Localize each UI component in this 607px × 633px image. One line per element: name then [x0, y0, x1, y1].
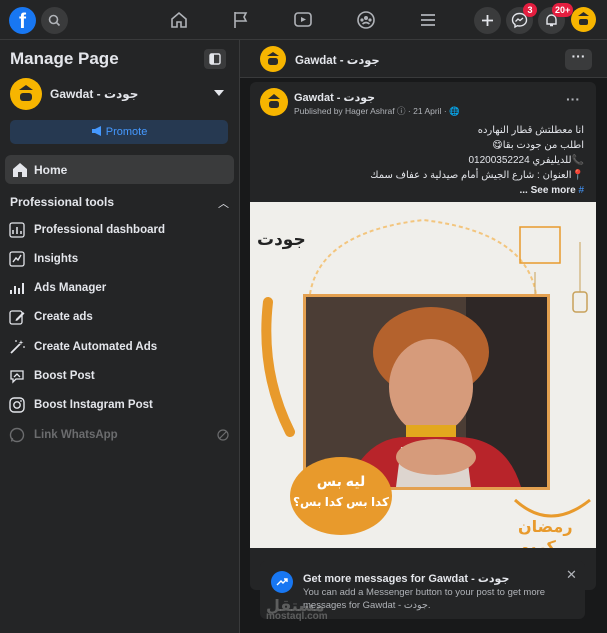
create-button[interactable]: [474, 7, 501, 34]
home-nav-icon[interactable]: [168, 9, 190, 31]
page-switcher-caret[interactable]: [214, 90, 224, 96]
sidebar-item-label: Create ads: [34, 311, 93, 323]
page-avatar[interactable]: [10, 78, 42, 110]
sidebar-item-label: Home: [34, 163, 68, 177]
watch-nav-icon[interactable]: [292, 9, 314, 31]
panel-icon: [209, 53, 221, 65]
insights-icon: [9, 251, 25, 267]
instagram-icon: [9, 397, 25, 413]
notifications-button[interactable]: 20+: [538, 3, 574, 34]
messenger-badge: 3: [523, 3, 537, 17]
gawdat-logo-icon: [19, 85, 33, 101]
post-meta: Published by Hager Ashraf ⓘ · 21 April ·…: [294, 106, 460, 116]
see-more-link[interactable]: See more ...: [520, 185, 576, 196]
sidebar-item-professional-dashboard[interactable]: Professional dashboard: [8, 220, 236, 242]
ads-manager-icon: [10, 283, 24, 294]
page-main-area: Gawdat - جودت ··· Gawdat - جودت Publishe…: [240, 40, 607, 633]
sidebar-item-label: Ads Manager: [34, 282, 107, 294]
boost-icon: [10, 370, 24, 384]
dashboard-icon: [9, 222, 25, 238]
page-header: Gawdat - جودت ···: [240, 40, 607, 78]
collapse-sidebar-button[interactable]: [204, 49, 226, 69]
professional-tools-heading: Professional tools: [10, 195, 115, 209]
post-author-name[interactable]: Gawdat - جودت: [294, 91, 375, 104]
post-author-avatar[interactable]: [260, 88, 288, 116]
plus-icon: [482, 15, 493, 26]
promote-label: Promote: [105, 126, 148, 138]
sidebar-item-home[interactable]: Home: [5, 155, 234, 184]
groups-nav-icon[interactable]: [355, 9, 377, 31]
gawdat-logo-icon: [578, 12, 589, 25]
sidebar-item-label: Create Automated Ads: [34, 341, 158, 353]
gawdat-logo-icon: [267, 52, 279, 65]
megaphone-icon: [91, 126, 101, 136]
close-icon[interactable]: ✕: [566, 567, 577, 583]
page-header-name[interactable]: Gawdat - جودت: [295, 53, 380, 67]
hashtag[interactable]: #: [578, 185, 584, 196]
messenger-button[interactable]: 3: [506, 3, 537, 34]
sidebar-item-create-automated-ads[interactable]: Create Automated Ads: [8, 337, 236, 359]
post-line: 📍العنوان : شارع الجيش أمام صيدلية د عفاف…: [370, 170, 584, 181]
sidebar-item-label: Boost Post: [34, 370, 95, 382]
gawdat-logo-icon: [268, 94, 280, 108]
flag-nav-icon[interactable]: [230, 9, 252, 31]
post-options-button[interactable]: ···: [566, 91, 580, 107]
menu-nav-icon[interactable]: [417, 9, 439, 31]
account-avatar[interactable]: [571, 7, 596, 32]
post-date[interactable]: 21 April: [413, 106, 441, 116]
trend-up-icon: [271, 571, 293, 593]
published-by: Published by Hager Ashraf: [294, 106, 395, 116]
whatsapp-icon: [9, 427, 25, 443]
post-line: 📞للديليفري 01200352224: [468, 155, 584, 166]
watermark-url: mostaql.com: [266, 611, 328, 622]
post-image[interactable]: جودت ليه بس كدا بس كدا بس؟ رمضان كريم: [250, 202, 596, 548]
sidebar-item-link-whatsapp: Link WhatsApp: [8, 425, 236, 447]
sidebar-item-create-ads[interactable]: Create ads: [8, 307, 236, 329]
info-icon[interactable]: ⓘ: [397, 106, 406, 116]
post-line: انا معطلتش قطار النهارده: [477, 125, 584, 136]
sidebar-item-ads-manager[interactable]: Ads Manager: [8, 278, 236, 300]
sidebar-item-label: Professional dashboard: [34, 224, 166, 236]
page-name[interactable]: Gawdat - جودت: [50, 87, 138, 101]
speech-line-1: ليه بس: [316, 473, 366, 489]
search-button[interactable]: [41, 7, 68, 34]
facebook-logo[interactable]: f: [9, 7, 36, 34]
manage-page-sidebar: Manage Page Gawdat - جودت Promote Home P…: [0, 40, 240, 633]
sidebar-title: Manage Page: [10, 49, 119, 68]
post-card: Gawdat - جودت Published by Hager Ashraf …: [250, 82, 596, 590]
speech-line-2: كدا بس كدا بس؟: [293, 495, 389, 509]
home-icon: [13, 163, 27, 177]
sidebar-item-boost-post[interactable]: Boost Post: [8, 366, 236, 388]
speech-bubble: ليه بس كدا بس كدا بس؟: [290, 457, 392, 535]
sidebar-item-boost-instagram-post[interactable]: Boost Instagram Post: [8, 395, 236, 417]
sidebar-item-label: Boost Instagram Post: [34, 399, 153, 411]
promote-button[interactable]: Promote: [10, 120, 228, 144]
sidebar-item-label: Link WhatsApp: [34, 429, 118, 441]
sidebar-item-label: Insights: [34, 253, 79, 265]
tip-description: You can add a Messenger button to your p…: [303, 587, 546, 611]
post-text: انا معطلتش قطار النهارده اطلب من جودت بق…: [264, 123, 584, 198]
top-navigation-bar: f 3 20+: [0, 0, 607, 40]
globe-icon: 🌐: [449, 106, 460, 116]
ramadan-kareem-text: رمضان كريم: [518, 519, 573, 548]
tip-title: Get more messages for Gawdat - جودت: [303, 573, 510, 585]
brand-logo: جودت: [257, 230, 306, 249]
chevron-up-icon[interactable]: ︿: [218, 195, 229, 211]
search-icon: [48, 14, 61, 27]
more-options-button[interactable]: ···: [565, 49, 592, 70]
blocked-icon: [217, 429, 229, 441]
post-line: اطلب من جودت بقا😋: [492, 140, 584, 151]
magic-wand-icon: [10, 340, 25, 354]
edit-icon: [9, 310, 25, 325]
sidebar-item-insights[interactable]: Insights: [8, 249, 236, 271]
page-avatar[interactable]: [260, 46, 286, 72]
post-line: # See more ...: [264, 183, 585, 198]
